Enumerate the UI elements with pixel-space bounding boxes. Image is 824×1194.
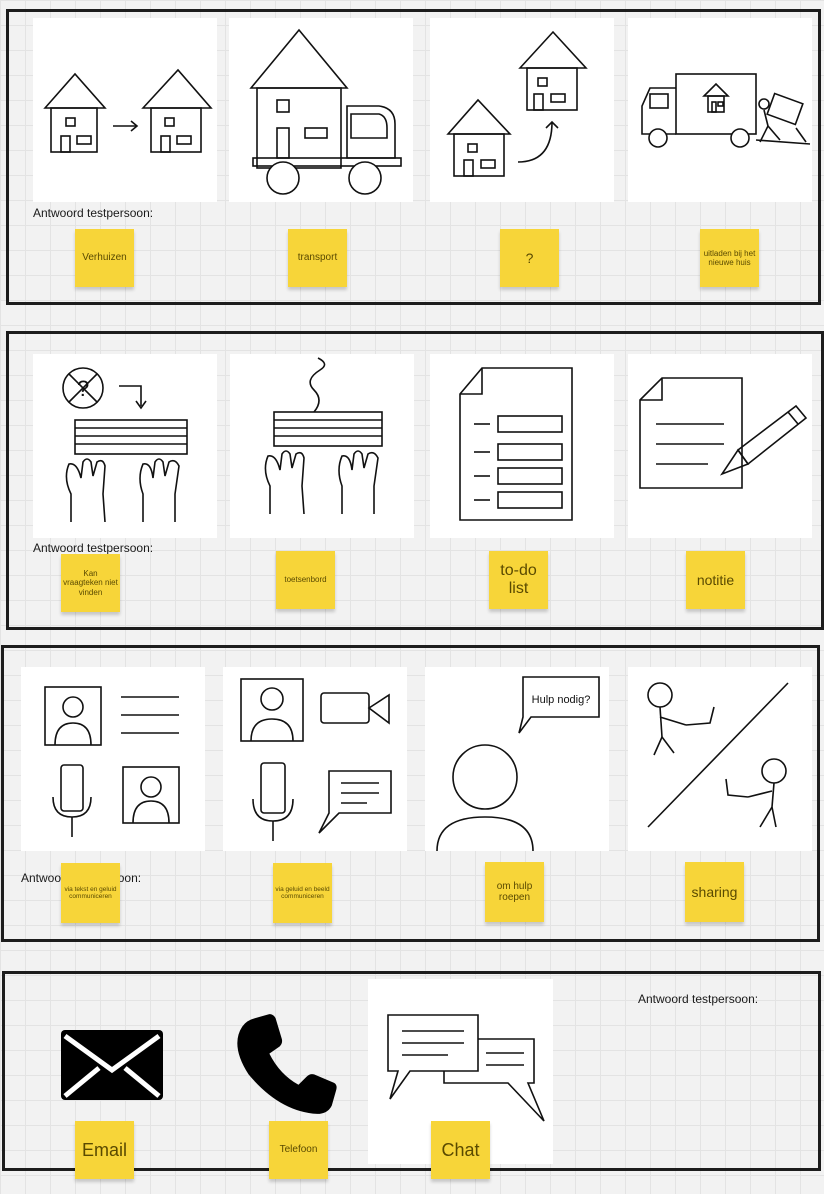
sticky-note[interactable]: transport bbox=[288, 229, 347, 287]
sticky-note[interactable]: via geluid en beeld communiceren bbox=[273, 863, 332, 923]
answer-label: Antwoord testpersoon: bbox=[638, 992, 759, 1006]
card-keyboard-question[interactable]: ? bbox=[33, 354, 217, 538]
card-keyboard-hands[interactable] bbox=[230, 354, 414, 538]
phone-icon bbox=[237, 1014, 337, 1114]
keyboard-question-icon: ? bbox=[62, 367, 188, 523]
moving-truck-unload-icon bbox=[641, 73, 811, 148]
sticky-note[interactable]: Telefoon bbox=[269, 1121, 328, 1179]
card-todo-list[interactable] bbox=[430, 354, 614, 538]
todo-list-icon bbox=[459, 367, 573, 521]
card-house-arrow-up[interactable] bbox=[430, 18, 614, 202]
sticky-note[interactable]: ? bbox=[500, 229, 559, 287]
help-bubble-icon: Hulp nodig? bbox=[436, 676, 600, 851]
envelope-icon bbox=[61, 1030, 163, 1100]
sticky-note[interactable]: Email bbox=[75, 1121, 134, 1179]
sticky-note[interactable]: Kan vraagteken niet vinden bbox=[61, 554, 120, 612]
card-help-bubble[interactable]: Hulp nodig? bbox=[425, 667, 609, 851]
card-sharing[interactable] bbox=[628, 667, 812, 851]
sticky-note[interactable]: toetsenbord bbox=[276, 551, 335, 609]
help-bubble-text: Hulp nodig? bbox=[532, 694, 591, 706]
card-house-on-truck[interactable] bbox=[229, 18, 413, 202]
card-video-communication[interactable] bbox=[223, 667, 407, 851]
card-note-pencil[interactable] bbox=[628, 354, 812, 538]
video-communication-icon bbox=[240, 678, 392, 841]
card-moving-truck[interactable] bbox=[628, 18, 812, 202]
note-pencil-icon bbox=[639, 377, 808, 489]
house-on-truck-icon bbox=[249, 28, 402, 195]
sticky-note[interactable]: via tekst en geluid communiceren bbox=[61, 863, 120, 923]
sticky-note[interactable]: notitie bbox=[686, 551, 745, 609]
svg-text:?: ? bbox=[77, 376, 89, 401]
answer-label: Antwoord testpersoon: bbox=[33, 206, 154, 220]
sticky-note[interactable]: uitladen bij het nieuwe huis bbox=[700, 229, 759, 287]
sticky-note[interactable]: Verhuizen bbox=[75, 229, 134, 287]
keyboard-hands-icon bbox=[264, 357, 383, 515]
card-house-to-house[interactable] bbox=[33, 18, 217, 202]
sticky-note[interactable]: to-do list bbox=[489, 551, 548, 609]
sticky-note[interactable]: Chat bbox=[431, 1121, 490, 1179]
answer-label: Antwoord testpersoon: bbox=[33, 541, 154, 555]
sticky-note[interactable]: om hulp roepen bbox=[485, 862, 544, 922]
sharing-people-icon bbox=[647, 682, 789, 828]
house-to-house-icon bbox=[43, 68, 213, 153]
sticky-note[interactable]: sharing bbox=[685, 862, 744, 922]
card-text-communication[interactable] bbox=[21, 667, 205, 851]
house-arrow-up-icon bbox=[446, 30, 588, 177]
text-communication-icon bbox=[44, 686, 180, 837]
